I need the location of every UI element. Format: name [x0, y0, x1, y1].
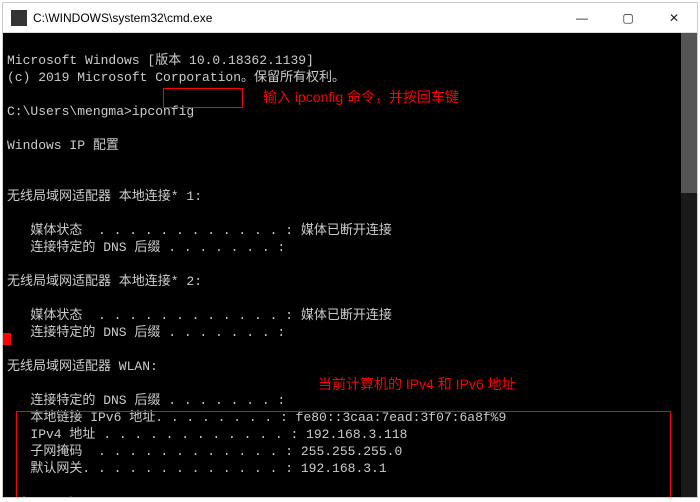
cmd-window: C:\WINDOWS\system32\cmd.exe — ▢ ✕ Micros… — [2, 2, 698, 498]
adapter1-title: 无线局域网适配器 本地连接* 1: — [7, 189, 202, 204]
adapter3-mask-label: 子网掩码 . . . . . . . . . . . . : — [7, 444, 301, 459]
adapter3-title: 无线局域网适配器 WLAN: — [7, 359, 158, 374]
annotation-command-hint: 输入 ipconfig 命令，并按回车键 — [263, 89, 459, 106]
cmd-icon — [11, 10, 27, 26]
titlebar[interactable]: C:\WINDOWS\system32\cmd.exe — ▢ ✕ — [3, 3, 697, 33]
prompt-1-command: ipconfig — [132, 104, 194, 119]
scrollbar-track[interactable] — [681, 33, 697, 497]
adapter1-media-label: 媒体状态 . . . . . . . . . . . . : — [7, 223, 301, 238]
adapter3-ipv6-label: 本地链接 IPv6 地址. . . . . . . . : — [7, 410, 296, 425]
scrollbar-thumb[interactable] — [681, 33, 697, 193]
terminal-output[interactable]: Microsoft Windows [版本 10.0.18362.1139] (… — [3, 33, 697, 497]
header-line-2: (c) 2019 Microsoft Corporation。保留所有权利。 — [7, 70, 345, 85]
adapter2-dns-label: 连接特定的 DNS 后缀 . . . . . . . : — [7, 325, 285, 340]
prompt-2-path: C:\Users\mengma> — [7, 495, 132, 497]
adapter3-ipv4-label: IPv4 地址 . . . . . . . . . . . . : — [7, 427, 306, 442]
ipconfig-header: Windows IP 配置 — [7, 138, 119, 153]
window-controls: — ▢ ✕ — [559, 3, 697, 32]
adapter2-media-label: 媒体状态 . . . . . . . . . . . . : — [7, 308, 301, 323]
window-title: C:\WINDOWS\system32\cmd.exe — [33, 11, 559, 25]
minimize-button[interactable]: — — [559, 3, 605, 32]
annotation-side-marker — [3, 333, 11, 345]
adapter3-gw-value: 192.168.3.1 — [301, 461, 387, 476]
adapter3-dns-label: 连接特定的 DNS 后缀 . . . . . . . : — [7, 393, 285, 408]
header-line-1: Microsoft Windows [版本 10.0.18362.1139] — [7, 53, 314, 68]
adapter3-ipv4-value: 192.168.3.118 — [306, 427, 407, 442]
adapter3-mask-value: 255.255.255.0 — [301, 444, 402, 459]
maximize-button[interactable]: ▢ — [605, 3, 651, 32]
prompt-1-path: C:\Users\mengma> — [7, 104, 132, 119]
adapter2-media-value: 媒体已断开连接 — [301, 308, 392, 323]
adapter3-gw-label: 默认网关. . . . . . . . . . . . . : — [7, 461, 301, 476]
annotation-address-hint: 当前计算机的 IPv4 和 IPv6 地址 — [318, 376, 516, 393]
close-button[interactable]: ✕ — [651, 3, 697, 32]
adapter2-title: 无线局域网适配器 本地连接* 2: — [7, 274, 202, 289]
adapter1-media-value: 媒体已断开连接 — [301, 223, 392, 238]
adapter1-dns-label: 连接特定的 DNS 后缀 . . . . . . . : — [7, 240, 285, 255]
adapter3-ipv6-value: fe80::3caa:7ead:3f07:6a8f%9 — [296, 410, 507, 425]
